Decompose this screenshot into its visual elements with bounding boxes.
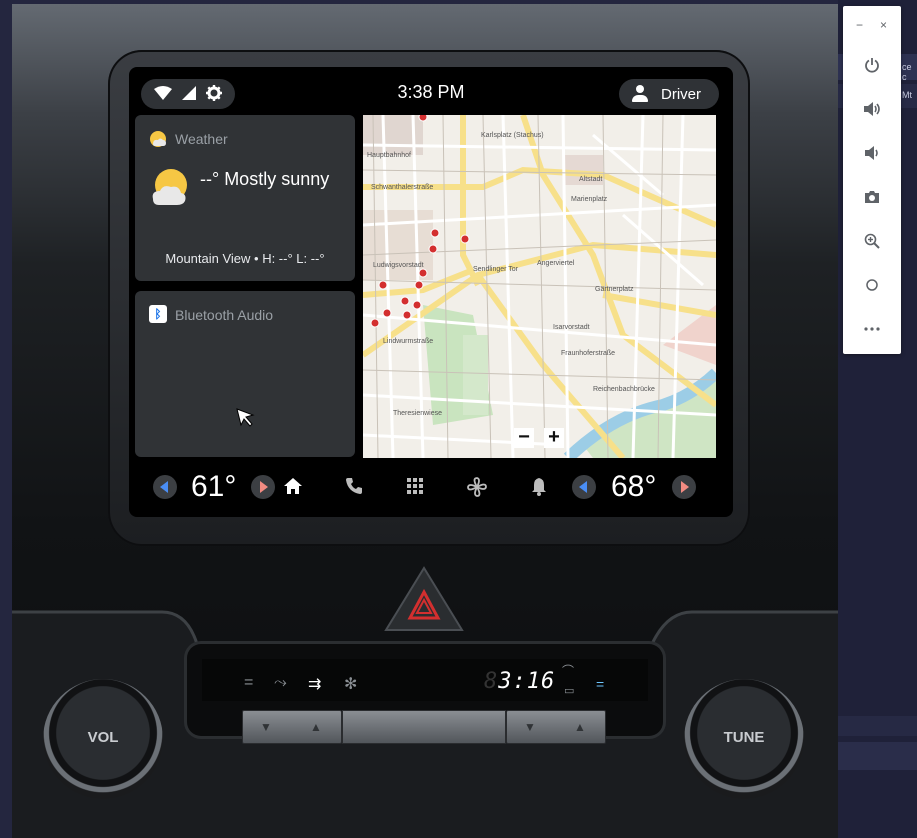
airflow-feet-icon[interactable]: ⤳ [274,674,287,692]
defrost-rear-icon[interactable]: ▭ [564,684,574,697]
fan-speed-icon[interactable]: ✻ [344,674,357,694]
fan-icon[interactable] [466,476,488,498]
map-label: Ludwigsvorstadt [373,262,424,269]
map-zoom-out-button[interactable]: − [514,427,534,448]
map-label: Angerviertel [537,260,575,267]
phone-icon[interactable] [344,476,364,496]
volume-knob[interactable]: VOL [43,679,163,799]
bluetooth-audio-card[interactable]: ᛒ Bluetooth Audio [135,291,355,457]
map-label: Altstadt [579,176,602,183]
camera-icon[interactable] [860,185,884,209]
circle-home-icon[interactable] [860,273,884,297]
car-dashboard: 3:38 PM Driver Weather --° Mostly sunny … [12,4,838,838]
map-canvas: Karlsplatz (Stachus) Hauptbahnhof Altsta… [363,115,716,458]
minimize-button[interactable]: − [856,18,863,32]
chevron-left-icon [579,481,587,493]
background-window-text: Mt [902,90,912,100]
chevron-right-icon [260,481,268,493]
map-view[interactable]: Karlsplatz (Stachus) Hauptbahnhof Altsta… [363,115,716,458]
close-button[interactable]: × [880,18,887,32]
weather-small-icon [150,131,166,147]
tune-knob-label: TUNE [723,729,765,746]
media-card-title: Bluetooth Audio [175,307,274,323]
power-icon[interactable] [860,53,884,77]
profile-label: Driver [661,85,701,103]
map-label: Gärtnerplatz [595,286,634,293]
mouse-cursor-icon [236,408,255,427]
map-label: Sendlinger Tor [473,266,519,273]
airflow-face-icon[interactable]: = [244,674,253,692]
map-label: Theresienwiese [393,410,442,417]
weather-card-title: Weather [175,131,228,147]
airflow-mixed-icon[interactable]: ⇉ [308,674,321,694]
tune-knob[interactable]: TUNE [684,679,804,799]
weather-card[interactable]: Weather --° Mostly sunny Mountain View •… [135,115,355,281]
console-clock: 83:16 [484,669,556,694]
map-label: Reichenbachbrücke [593,386,655,393]
map-label: Schwanthalerstraße [371,184,433,191]
profile-button[interactable]: Driver [619,79,719,109]
more-icon[interactable] [860,317,884,341]
partly-sunny-icon [152,169,187,205]
volume-knob-label: VOL [87,729,119,746]
ac-indicator-icon: = [596,676,605,692]
defrost-front-icon[interactable]: ⌒ [562,662,574,679]
driver-temp-down-button[interactable] [153,475,177,499]
map-zoom-in-button[interactable]: + [544,427,564,448]
volume-up-icon[interactable] [860,97,884,121]
weather-details: Mountain View • H: --° L: --° [165,251,325,266]
bluetooth-icon: ᛒ [149,305,167,323]
chevron-right-icon [681,481,689,493]
climate-display [202,659,648,701]
map-label: Hauptbahnhof [367,152,411,159]
driver-temp-up-button[interactable] [251,475,275,499]
map-label: Marienplatz [571,196,608,203]
system-nav-bar: 61° 68° [129,465,733,511]
home-icon[interactable] [283,476,303,496]
notifications-icon[interactable] [529,476,549,496]
zoom-icon[interactable] [860,229,884,253]
map-label: Isarvorstadt [553,324,590,331]
volume-down-icon[interactable] [860,141,884,165]
passenger-temp-up-button[interactable] [672,475,696,499]
weather-condition: --° Mostly sunny [200,169,330,189]
apps-grid-icon[interactable] [405,476,425,496]
map-label: Karlsplatz (Stachus) [481,132,544,139]
emulator-desktop: ce c Mt 3:38 PM Driver Weather --° Mostl… [0,0,917,838]
emulator-toolbar: − × [843,6,901,354]
person-icon [631,85,649,103]
console-center-strip [342,710,506,744]
passenger-temp-down-button[interactable] [572,475,596,499]
right-temp-up-button[interactable]: ▲ [556,710,604,744]
infotainment-screen: 3:38 PM Driver Weather --° Mostly sunny … [129,67,733,517]
right-temp-down-button[interactable]: ▼ [506,710,554,744]
map-label: Fraunhoferstraße [561,350,615,357]
left-temp-down-button[interactable]: ▼ [242,710,290,744]
chevron-left-icon [160,481,168,493]
passenger-temperature[interactable]: 68° [611,470,656,504]
driver-temperature[interactable]: 61° [191,470,236,504]
map-label: Lindwurmstraße [383,338,433,345]
background-window-text: ce c [902,62,912,82]
left-temp-up-button[interactable]: ▲ [292,710,340,744]
